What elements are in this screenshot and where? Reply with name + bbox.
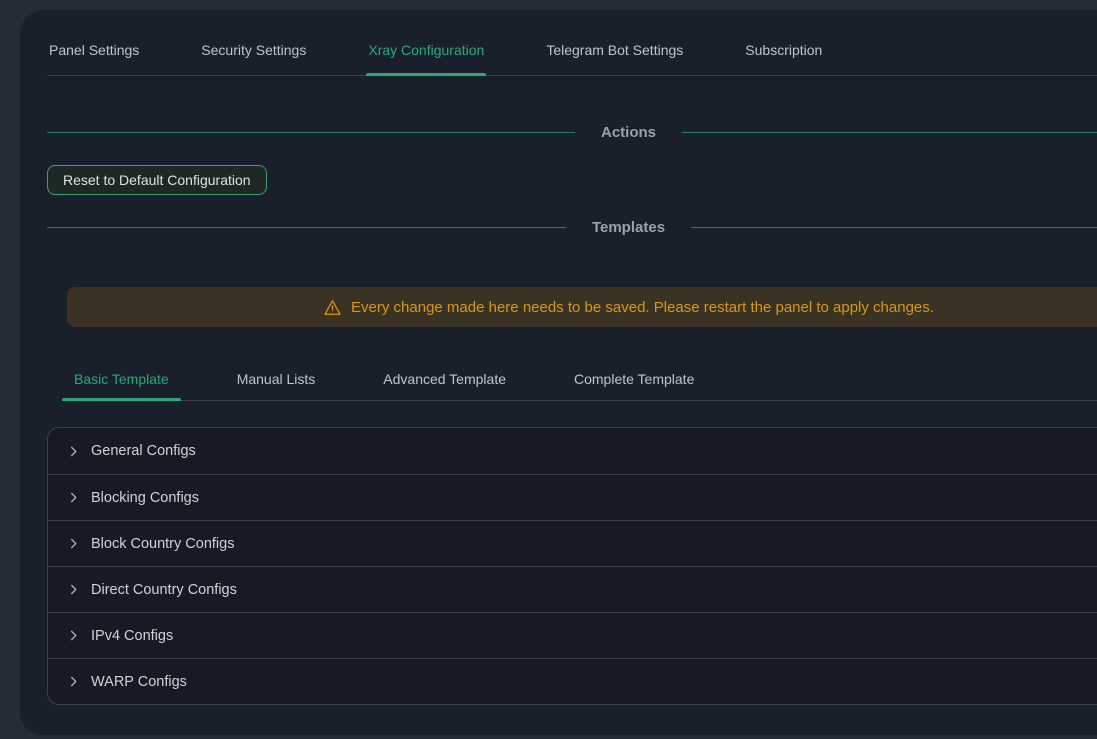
tab-manual-lists[interactable]: Manual Lists xyxy=(225,367,328,400)
actions-section-title: Actions xyxy=(601,124,656,141)
main-settings-tabs: Panel Settings Security Settings Xray Co… xyxy=(47,10,1097,76)
tab-xray-configuration[interactable]: Xray Configuration xyxy=(366,38,486,75)
divider-line xyxy=(691,227,1097,228)
divider-line xyxy=(682,132,1097,133)
template-tabs: Basic Template Manual Lists Advanced Tem… xyxy=(62,367,1097,401)
settings-card: Panel Settings Security Settings Xray Co… xyxy=(20,10,1097,735)
tab-panel-settings[interactable]: Panel Settings xyxy=(47,38,141,75)
tab-complete-template[interactable]: Complete Template xyxy=(562,367,706,400)
templates-section-title: Templates xyxy=(592,219,665,236)
configs-accordion: General Configs Blocking Configs Block C… xyxy=(47,427,1097,705)
warning-triangle-icon xyxy=(323,298,342,317)
templates-section-divider: Templates xyxy=(47,216,1097,238)
tab-advanced-template[interactable]: Advanced Template xyxy=(371,367,518,400)
tab-basic-template[interactable]: Basic Template xyxy=(62,367,181,400)
chevron-right-icon xyxy=(68,538,79,549)
warning-message: Every change made here needs to be saved… xyxy=(351,299,934,316)
chevron-right-icon xyxy=(68,630,79,641)
accordion-item-ipv4-configs[interactable]: IPv4 Configs xyxy=(48,612,1097,658)
accordion-item-label: IPv4 Configs xyxy=(91,628,173,644)
accordion-item-label: Block Country Configs xyxy=(91,536,234,552)
accordion-item-blocking-configs[interactable]: Blocking Configs xyxy=(48,474,1097,520)
accordion-item-label: General Configs xyxy=(91,443,196,459)
accordion-item-label: Direct Country Configs xyxy=(91,582,237,598)
chevron-right-icon xyxy=(68,492,79,503)
chevron-right-icon xyxy=(68,584,79,595)
accordion-item-general-configs[interactable]: General Configs xyxy=(48,428,1097,474)
accordion-item-label: Blocking Configs xyxy=(91,490,199,506)
chevron-right-icon xyxy=(68,446,79,457)
tab-subscription[interactable]: Subscription xyxy=(743,38,824,75)
accordion-item-warp-configs[interactable]: WARP Configs xyxy=(48,658,1097,704)
tab-telegram-bot-settings[interactable]: Telegram Bot Settings xyxy=(544,38,685,75)
restart-warning-alert: Every change made here needs to be saved… xyxy=(67,287,1097,327)
accordion-item-block-country-configs[interactable]: Block Country Configs xyxy=(48,520,1097,566)
accordion-item-label: WARP Configs xyxy=(91,674,187,690)
actions-section-divider: Actions xyxy=(47,121,1097,143)
tab-security-settings[interactable]: Security Settings xyxy=(199,38,308,75)
chevron-right-icon xyxy=(68,676,79,687)
divider-line xyxy=(47,227,566,228)
divider-line xyxy=(47,132,575,133)
reset-to-default-button[interactable]: Reset to Default Configuration xyxy=(47,165,267,195)
accordion-item-direct-country-configs[interactable]: Direct Country Configs xyxy=(48,566,1097,612)
